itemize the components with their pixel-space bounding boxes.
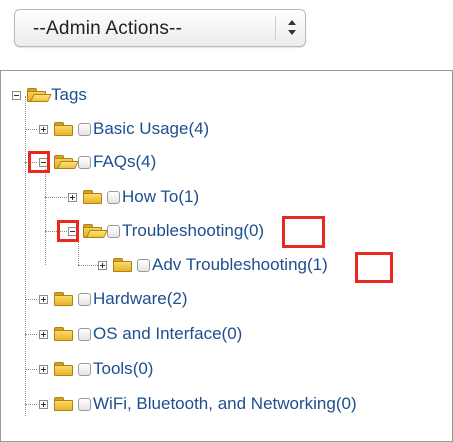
tree-node-label[interactable]: Basic Usage [93, 119, 188, 139]
tree-node-count: (0) [221, 324, 243, 343]
tree-connector [25, 299, 37, 300]
tree-connector [25, 404, 37, 405]
folder-open-icon [53, 154, 79, 170]
tree-node-count: (1) [178, 187, 200, 206]
tree-node-os-and-interface[interactable]: OS and Interface (0) [39, 322, 242, 346]
chevron-updown-icon [285, 16, 299, 40]
collapse-icon[interactable] [39, 157, 48, 167]
tree-connector [78, 265, 98, 266]
collapse-icon[interactable] [12, 90, 21, 100]
tree-node-wifi-bluetooth-networking[interactable]: WiFi, Bluetooth, and Networking (0) [39, 392, 357, 416]
folder-icon [53, 396, 75, 412]
highlight-box-adv-troubleshooting-count [355, 252, 393, 283]
expand-icon[interactable] [68, 192, 77, 202]
expand-icon[interactable] [39, 294, 48, 304]
checkbox-icon[interactable] [107, 224, 120, 238]
tag-tree-panel: Tags Basic Usage (4) FAQs (4) How To (1) Tr… [0, 70, 453, 442]
checkbox-icon[interactable] [137, 258, 150, 272]
tree-node-adv-troubleshooting[interactable]: Adv Troubleshooting (1) [98, 253, 328, 277]
tree-node-label[interactable]: Adv Troubleshooting [152, 255, 307, 275]
tree-connector [25, 334, 37, 335]
folder-icon [82, 189, 104, 205]
folder-open-icon [26, 87, 52, 103]
tree-root-tags[interactable]: Tags [12, 83, 87, 107]
checkbox-icon[interactable] [78, 397, 91, 411]
expand-icon[interactable] [39, 329, 48, 339]
folder-icon [53, 361, 75, 377]
tree-connector [25, 96, 26, 416]
admin-actions-select[interactable]: --Admin Actions-- [14, 9, 306, 47]
tree-connector [45, 169, 46, 265]
tree-node-how-to[interactable]: How To (1) [68, 185, 199, 209]
tree-node-count: (0) [243, 221, 265, 240]
expand-icon[interactable] [39, 124, 48, 134]
expand-icon[interactable] [39, 364, 48, 374]
expand-icon[interactable] [98, 260, 107, 270]
tree-connector [45, 197, 67, 198]
tree-node-label[interactable]: Troubleshooting [122, 221, 243, 241]
tree-node-count: (4) [135, 152, 157, 171]
highlight-box-troubleshooting-count [282, 216, 325, 248]
tree-connector [45, 231, 67, 232]
checkbox-icon[interactable] [78, 362, 91, 376]
checkbox-icon[interactable] [78, 155, 91, 169]
folder-icon [112, 257, 134, 273]
tree-node-count: (2) [166, 289, 188, 308]
tree-node-label[interactable]: OS and Interface [93, 324, 222, 344]
folder-icon [53, 326, 75, 342]
tree-node-label[interactable]: Hardware [93, 289, 167, 309]
tree-node-label[interactable]: How To [122, 187, 178, 207]
folder-open-icon [82, 223, 108, 239]
select-divider [275, 16, 276, 40]
checkbox-icon[interactable] [107, 190, 120, 204]
tree-node-tools[interactable]: Tools (0) [39, 357, 153, 381]
collapse-icon[interactable] [68, 226, 77, 236]
folder-icon [53, 291, 75, 307]
tree-node-count: (0) [335, 394, 357, 413]
tree-node-basic-usage[interactable]: Basic Usage (4) [39, 117, 209, 141]
tree-node-label[interactable]: Tags [51, 85, 87, 105]
tree-connector [25, 369, 37, 370]
tree-node-faqs[interactable]: FAQs (4) [39, 150, 156, 174]
tree-node-label[interactable]: WiFi, Bluetooth, and Networking [93, 394, 336, 414]
folder-icon [53, 121, 75, 137]
tree-node-label[interactable]: Tools [93, 359, 133, 379]
checkbox-icon[interactable] [78, 122, 91, 136]
expand-icon[interactable] [39, 399, 48, 409]
tree-node-count: (1) [307, 255, 328, 274]
checkbox-icon[interactable] [78, 292, 91, 306]
admin-actions-selected-value: --Admin Actions-- [33, 18, 183, 39]
tree-node-count: (0) [132, 359, 154, 378]
tree-connector [25, 129, 37, 130]
tree-node-label[interactable]: FAQs [93, 152, 136, 172]
tree-connector [25, 162, 37, 163]
tree-node-troubleshooting[interactable]: Troubleshooting (0) [68, 219, 264, 243]
checkbox-icon[interactable] [78, 327, 91, 341]
tree-node-count: (4) [188, 119, 210, 138]
tree-node-hardware[interactable]: Hardware (2) [39, 287, 187, 311]
